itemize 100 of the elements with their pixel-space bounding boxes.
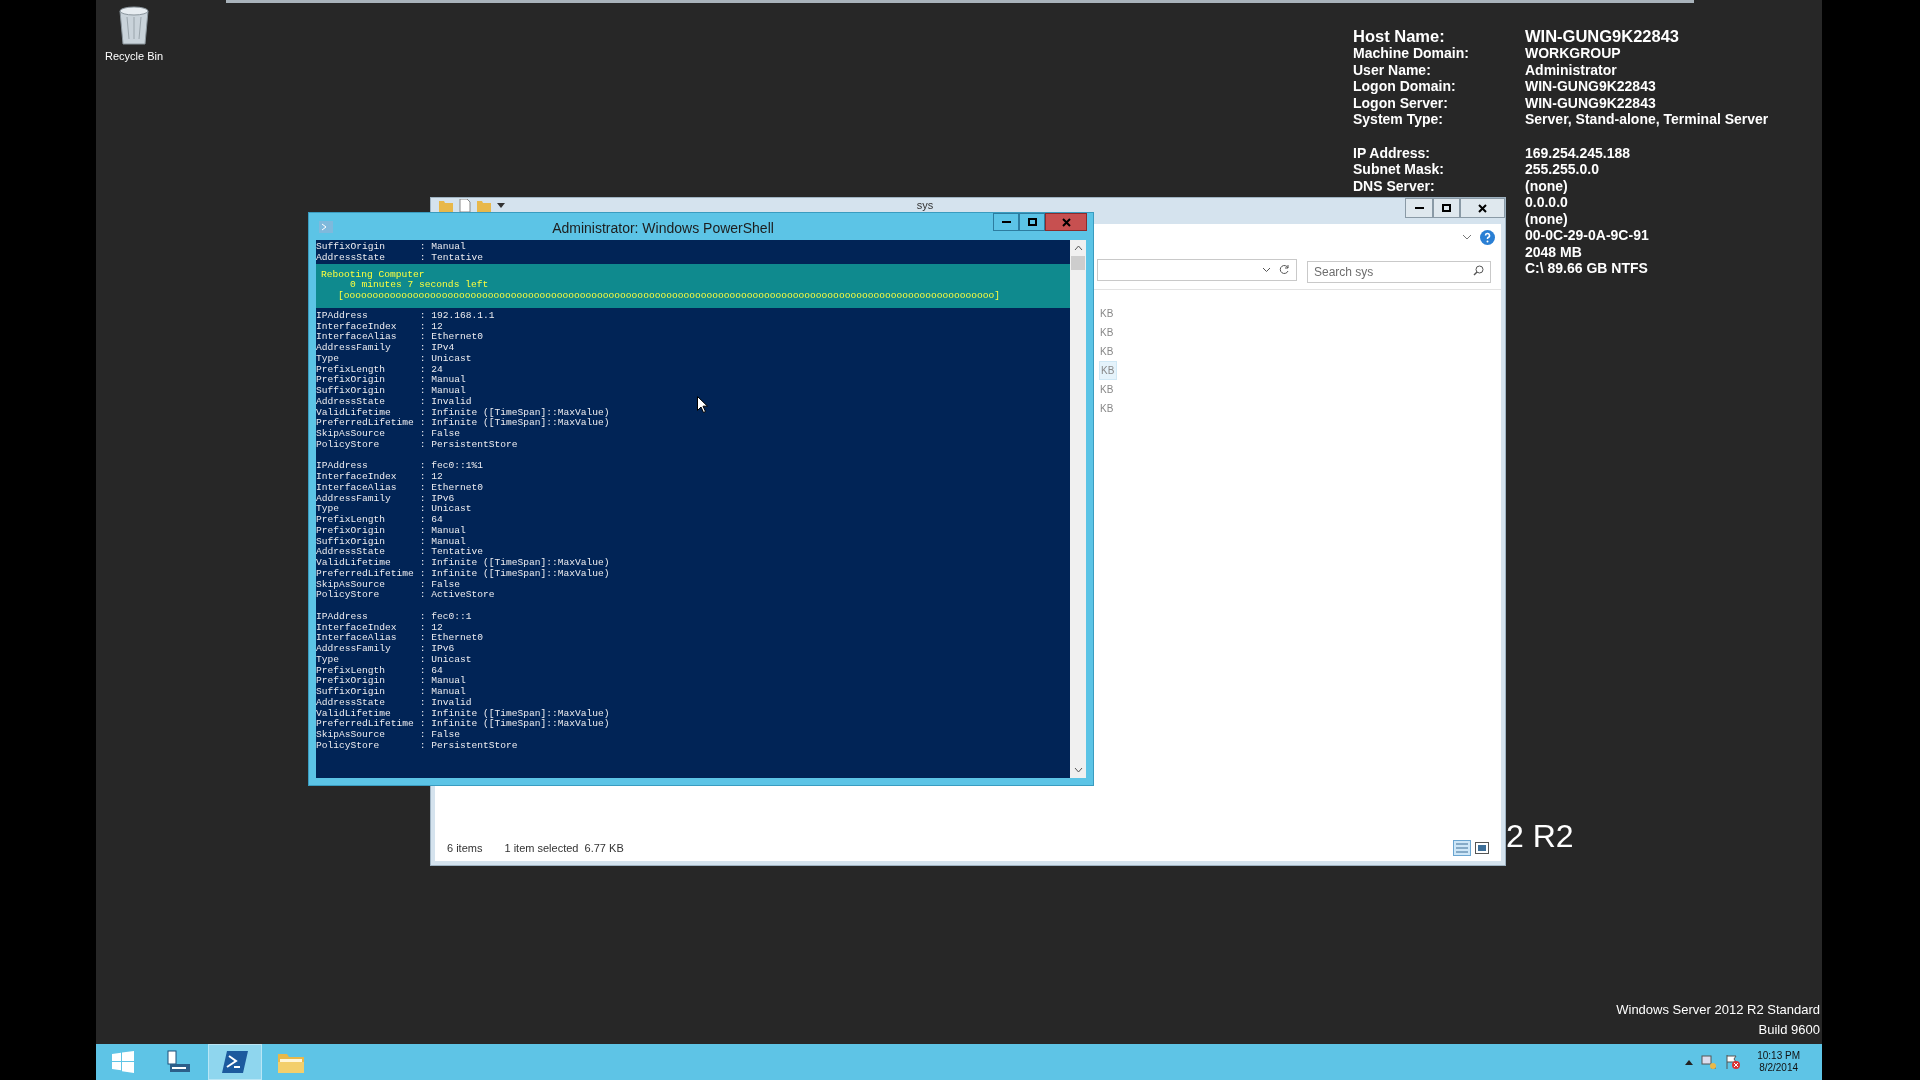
chevron-down-icon <box>1262 266 1271 273</box>
console-line: PrefixLength : 24 <box>316 364 443 375</box>
document-icon[interactable] <box>459 199 471 212</box>
console-line: SkipAsSource : False <box>316 429 460 440</box>
console-line: PolicyStore : ActiveStore <box>316 590 495 601</box>
info-label: Subnet Mask: <box>1353 161 1444 177</box>
close-icon <box>1478 203 1487 213</box>
info-value: (none) <box>1525 210 1568 227</box>
file-row[interactable]: KB <box>1099 399 1117 418</box>
info-label: Host Name: <box>1353 27 1445 45</box>
console-line: SkipAsSource : False <box>316 579 460 590</box>
file-row[interactable]: KB <box>1099 304 1117 323</box>
progress-bar-text: [ooooooooooooooooooooooooooooooooooooooooooooooooooooooooooooooooooooooooooooooooooooooooooooooooooooooooooooooooo] <box>337 291 1001 302</box>
console-line: PrefixOrigin : Manual <box>316 525 466 537</box>
console-line: PreferredLifetime : Infinite ([TimeSpan]::MaxValue) <box>316 719 610 730</box>
search-field[interactable]: Search sys <box>1307 260 1491 283</box>
console-line: AddressFamily : IPv6 <box>316 644 455 655</box>
window-title: Administrator: Windows PowerShell <box>551 219 775 238</box>
console-line: PreferredLifetime : Infinite ([TimeSpan]::MaxValue) <box>316 418 610 429</box>
console-line: PrefixOrigin : Manual <box>316 375 466 386</box>
chevron-down-icon[interactable] <box>1462 234 1472 240</box>
info-value: 255.255.0.0 <box>1525 161 1599 178</box>
console-line: PrefixLength : 64 <box>316 665 443 676</box>
console-line: SkipAsSource : False <box>316 730 460 741</box>
info-value: Administrator <box>1525 61 1617 78</box>
taskbar-button[interactable] <box>208 1044 262 1080</box>
info-label: Machine Domain: <box>1353 45 1469 61</box>
info-value: 2048 MB <box>1525 243 1582 260</box>
help-icon[interactable] <box>1480 229 1495 245</box>
dropdown-icon[interactable] <box>497 202 505 209</box>
console-line: Type : Unicast <box>316 504 472 515</box>
scrollbar[interactable] <box>1070 240 1086 778</box>
info-label: User Name: <box>1353 61 1431 78</box>
console-line: Type : Unicast <box>316 654 472 666</box>
console-line: SuffixOrigin : Manual <box>316 386 466 397</box>
maximize-button[interactable] <box>1019 213 1045 231</box>
info-value: (none) <box>1525 177 1568 194</box>
console-line: SuffixOrigin : Manual <box>316 687 466 698</box>
console-line: Type : Unicast <box>316 353 472 365</box>
minimize-button[interactable] <box>1405 198 1433 218</box>
file-row[interactable]: KB <box>1099 380 1117 399</box>
console-line: InterfaceIndex : 12 <box>316 321 443 332</box>
info-value: WIN-GUNG9K22843 <box>1525 27 1680 45</box>
console-line: IPAddress : 192.168.1.1 <box>316 310 495 322</box>
console-line: PrefixLength : 64 <box>316 515 443 526</box>
console-line: AddressState : Invalid <box>316 697 472 709</box>
search-icon <box>1473 264 1484 276</box>
info-value: 0.0.0.0 <box>1525 194 1568 211</box>
console-line: SuffixOrigin : Manual <box>316 242 466 253</box>
large-icons-view-icon[interactable] <box>1475 842 1489 854</box>
maximize-button[interactable] <box>1433 198 1460 218</box>
console-line: AddressFamily : IPv6 <box>316 493 455 504</box>
file-row[interactable]: KB <box>1099 323 1117 342</box>
edition-text: Windows Server 2012 R2 Standard <box>1616 1001 1820 1019</box>
clock-time[interactable]: 10:13 PM <box>1757 1050 1800 1062</box>
tray-arrow-icon[interactable] <box>1685 1059 1694 1065</box>
console-line: InterfaceAlias : Ethernet0 <box>316 482 483 494</box>
progress-status: 0 minutes 7 seconds left <box>349 280 489 291</box>
console-line: ValidLifetime : Infinite ([TimeSpan]::MaxValue) <box>316 558 610 569</box>
wallpaper-text: 2 R2 <box>1506 820 1574 852</box>
console-line: IPAddress : fec0::1%1 <box>316 461 483 472</box>
file-row[interactable]: KB <box>1099 361 1117 380</box>
console-line: SuffixOrigin : Manual <box>316 536 466 547</box>
file-row[interactable]: KB <box>1099 342 1117 361</box>
status-text: 6 items <box>447 840 483 856</box>
info-value: 169.254.245.188 <box>1525 144 1631 161</box>
info-value: 00-0C-29-0A-9C-91 <box>1525 227 1649 244</box>
console-line: AddressFamily : IPv4 <box>316 343 455 354</box>
info-label: System Type: <box>1353 111 1443 127</box>
info-value: WIN-GUNG9K22843 <box>1525 94 1656 111</box>
terminal-icon <box>319 221 333 233</box>
console-line: PrefixOrigin : Manual <box>316 676 466 687</box>
console-line: PolicyStore : PersistentStore <box>316 439 518 451</box>
recycle-bin-icon[interactable] <box>117 5 151 45</box>
console-line: InterfaceIndex : 12 <box>316 472 443 483</box>
clock-date[interactable]: 8/2/2014 <box>1759 1062 1799 1074</box>
console-line: AddressState : Invalid <box>316 396 472 408</box>
console-line: InterfaceAlias : Ethernet0 <box>316 332 483 343</box>
console-line: InterfaceIndex : 12 <box>316 622 443 633</box>
info-value: WORKGROUP <box>1525 45 1621 62</box>
info-label: Logon Domain: <box>1353 78 1456 94</box>
console-line: IPAddress : fec0::1 <box>316 611 472 623</box>
console-line: InterfaceAlias : Ethernet0 <box>316 633 483 644</box>
flag-warning-icon[interactable] <box>1725 1054 1742 1070</box>
console-line: PolicyStore : PersistentStore <box>316 740 518 752</box>
scrollbar-thumb[interactable] <box>1071 256 1085 270</box>
info-label: IP Address: <box>1353 144 1431 161</box>
status-text: 1 item selected 6.77 KB <box>504 840 624 856</box>
info-value: C:\ 89.66 GB NTFS <box>1525 260 1648 277</box>
close-button[interactable] <box>1460 198 1505 218</box>
minimize-button[interactable] <box>993 213 1019 231</box>
build-text: Build 9600 <box>1758 1021 1820 1039</box>
network-icon[interactable] <box>1701 1054 1718 1070</box>
icon-label: Recycle Bin <box>104 49 164 64</box>
mouse-cursor-icon <box>697 396 708 413</box>
window-title: sys <box>916 199 934 212</box>
info-label: DNS Server: <box>1353 177 1435 194</box>
windows-logo-icon <box>112 1051 134 1073</box>
progress-activity: Rebooting Computer <box>321 269 425 280</box>
console-line: PreferredLifetime : Infinite ([TimeSpan]::MaxValue) <box>316 568 610 580</box>
